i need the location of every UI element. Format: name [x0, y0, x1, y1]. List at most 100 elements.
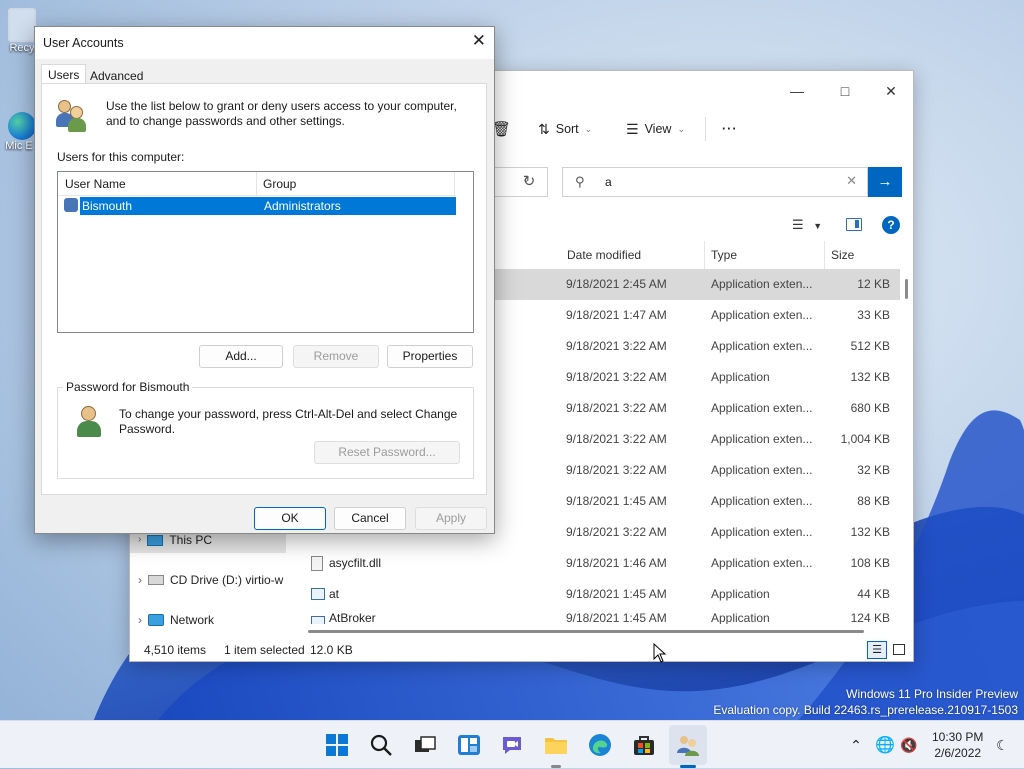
row-size: 132 KB	[850, 370, 890, 384]
file-icon	[311, 556, 323, 571]
cancel-button[interactable]: Cancel	[334, 507, 406, 530]
user-group: Administrators	[264, 199, 341, 213]
tab-users[interactable]: Users	[41, 64, 87, 84]
column-header-date[interactable]: Date modified	[561, 241, 705, 269]
row-date: 9/18/2021 3:22 AM	[566, 339, 667, 353]
table-row[interactable]: 9/18/2021 3:22 AM Application exten... 1…	[560, 517, 900, 548]
table-row[interactable]: 9/18/2021 3:22 AM Application exten... 5…	[560, 331, 900, 362]
dialog-title-bar[interactable]: User Accounts ✕	[35, 27, 494, 59]
details-view-button[interactable]: ☰	[867, 641, 887, 659]
row-size: 44 KB	[857, 587, 890, 601]
edge-icon	[589, 734, 611, 756]
ok-button[interactable]: OK	[254, 507, 326, 530]
status-item-count: 4,510 items	[144, 643, 207, 657]
list-header: User Name Group	[58, 172, 456, 196]
table-row[interactable]: AtBroker 9/18/2021 1:45 AM Application 1…	[305, 610, 900, 624]
clear-search-icon[interactable]: ✕	[846, 173, 857, 189]
clock-date: 2/6/2022	[934, 746, 982, 760]
list-item[interactable]: Bismouth Administrators	[62, 197, 456, 215]
row-date: 9/18/2021 1:47 AM	[566, 308, 667, 322]
column-header-type[interactable]: Type	[705, 241, 825, 269]
add-button[interactable]: Add...	[199, 345, 283, 368]
search-box[interactable]: ⚲ a ✕	[562, 167, 868, 197]
sort-label: Sort	[555, 122, 579, 136]
minimize-button[interactable]: —	[774, 77, 820, 105]
caret-down-icon: ▼	[813, 221, 823, 231]
table-row[interactable]: 9/18/2021 3:22 AM Application 132 KB	[560, 362, 900, 393]
row-type: Application exten...	[711, 339, 813, 353]
properties-button[interactable]: Properties	[387, 345, 473, 368]
table-row[interactable]: 9/18/2021 3:22 AM Application exten... 1…	[560, 424, 900, 455]
mouse-cursor-icon	[653, 643, 667, 663]
file-explorer-taskbar-button[interactable]	[544, 733, 568, 757]
show-hidden-icons-button[interactable]: ⌃	[846, 737, 866, 754]
network-tray-icon[interactable]: 🌐	[872, 735, 898, 755]
status-size: 12.0 KB	[310, 643, 353, 657]
sort-button[interactable]: ⇅ Sort ⌄	[538, 114, 592, 144]
row-size: 108 KB	[850, 556, 890, 570]
focus-assist-icon[interactable]: ☾	[991, 737, 1013, 754]
search-taskbar-button[interactable]	[369, 733, 393, 757]
view-button[interactable]: ☰ View ⌄	[626, 114, 685, 144]
users-list-label: Users for this computer:	[57, 150, 185, 164]
user-name: Bismouth	[82, 199, 133, 213]
cd-drive-icon	[148, 575, 164, 585]
table-row[interactable]: asycfilt.dll 9/18/2021 1:46 AM Applicati…	[305, 548, 900, 579]
chevron-right-icon: ›	[138, 573, 142, 587]
user-accounts-taskbar-button[interactable]	[676, 733, 700, 757]
column-header-size[interactable]: Size	[825, 241, 900, 269]
search-go-button[interactable]: →	[868, 167, 902, 197]
table-row[interactable]: at 9/18/2021 1:45 AM Application 44 KB	[305, 579, 900, 610]
dialog-close-button[interactable]: ✕	[472, 31, 486, 51]
table-row[interactable]: 9/18/2021 1:45 AM Application exten... 8…	[560, 486, 900, 517]
widgets-button[interactable]	[457, 733, 481, 757]
nav-item-network[interactable]: › Network	[138, 609, 214, 631]
tiles-view-button[interactable]	[893, 644, 905, 655]
help-icon: ?	[887, 218, 895, 232]
search-input[interactable]: a	[605, 175, 612, 189]
help-button[interactable]: ?	[882, 216, 900, 234]
apply-button[interactable]: Apply	[415, 507, 487, 530]
column-header-user-name[interactable]: User Name	[65, 177, 126, 191]
reset-password-button[interactable]: Reset Password...	[314, 441, 460, 464]
volume-mute-icon[interactable]: 🔇	[898, 737, 920, 754]
nav-item-cd-drive[interactable]: › CD Drive (D:) virtio-w	[138, 569, 283, 591]
refresh-button[interactable]: ↻	[516, 171, 542, 193]
column-header-group[interactable]: Group	[263, 177, 296, 191]
watermark-line1: Windows 11 Pro Insider Preview	[846, 687, 1018, 701]
row-type: Application exten...	[711, 463, 813, 477]
user-accounts-dialog[interactable]: User Accounts ✕ Users Advanced Use the l…	[34, 26, 495, 534]
preview-pane-button[interactable]	[846, 218, 862, 231]
start-button[interactable]	[325, 733, 349, 757]
row-type: Application exten...	[711, 525, 813, 539]
edge-taskbar-button[interactable]	[588, 733, 612, 757]
clock[interactable]: 10:30 PM 2/6/2022	[932, 729, 983, 761]
row-name: AtBroker	[329, 611, 376, 624]
more-icon: ···	[722, 122, 738, 136]
maximize-button[interactable]: □	[822, 77, 868, 105]
vertical-scrollbar[interactable]	[905, 279, 908, 299]
chat-button[interactable]	[500, 733, 524, 757]
table-row[interactable]: 9/18/2021 3:22 AM Application exten... 3…	[560, 455, 900, 486]
table-row[interactable]: 9/18/2021 3:22 AM Application exten... 6…	[560, 393, 900, 424]
row-type: Application	[711, 587, 770, 601]
users-listview[interactable]: User Name Group Bismouth Administrators	[57, 171, 474, 333]
computer-icon	[147, 534, 164, 546]
chevron-right-icon: ›	[138, 613, 142, 627]
password-text: To change your password, press Ctrl-Alt-…	[119, 407, 458, 436]
remove-button[interactable]: Remove	[293, 345, 379, 368]
edge-icon	[8, 112, 36, 140]
user-icon	[64, 198, 78, 212]
task-view-button[interactable]	[413, 733, 437, 757]
desktop-icon-label: Mic E	[5, 140, 33, 152]
store-icon	[634, 736, 654, 755]
row-size: 680 KB	[850, 401, 890, 415]
more-options-button[interactable]: ···	[722, 114, 738, 144]
close-button[interactable]: ✕	[868, 77, 914, 105]
horizontal-scrollbar[interactable]	[308, 630, 864, 633]
store-taskbar-button[interactable]	[632, 733, 656, 757]
row-type: Application exten...	[711, 308, 813, 322]
row-size: 512 KB	[850, 339, 890, 353]
layout-menu-button[interactable]: ☰ ▼	[792, 217, 822, 233]
table-row[interactable]: 9/18/2021 1:47 AM Application exten... 3…	[560, 300, 900, 331]
